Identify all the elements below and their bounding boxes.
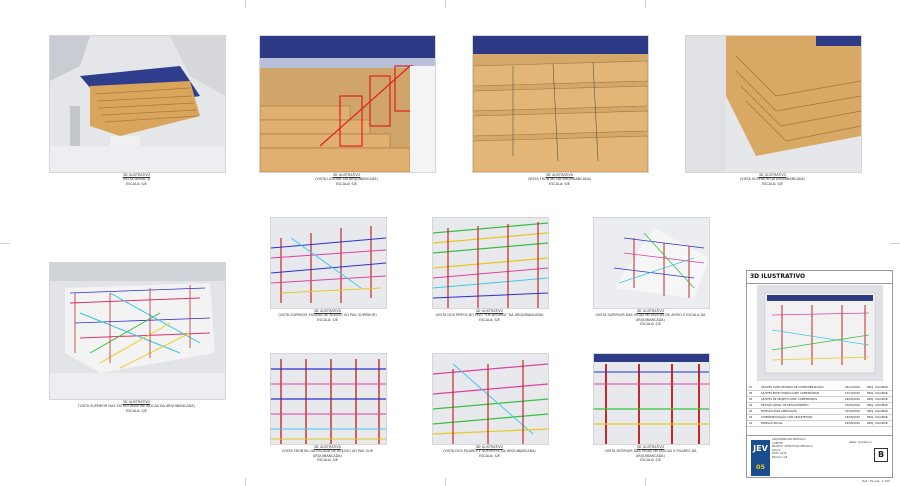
render-image (259, 35, 436, 173)
render-image (49, 262, 226, 400)
render-image (685, 35, 862, 173)
view-front: 3D ILUSTRATIVO (VISTA FRONTAL DA ARQUIBA… (472, 35, 649, 190)
title-block: 3D ILUSTRATIVO 07 AJUSTES CONF. REUNIÃO D… (746, 270, 893, 478)
revision-date: 01/09/2016 (845, 410, 860, 413)
project-fields: ARQUIBANCADA METÁLICA CLIENTE: PROJETO: ES… (772, 438, 852, 460)
view-structure-top: 3D ILUSTRATIVO (VISTA SUPERIOR DAS ESTRU… (49, 262, 226, 417)
revision-no: 02 (749, 416, 753, 419)
revision-no: 05 (749, 398, 753, 401)
revision-table: 07 AJUSTES CONF. REUNIÃO DE COMPATIBILIZA… (747, 385, 892, 427)
drawing-sheet: 3D ILUSTRATIVO (VISTA GERAL 3) ESCALA: S… (0, 0, 900, 486)
view-pillars: 3D ILUSTRATIVO (VISTA DOS PILARES E SUPO… (432, 353, 549, 468)
render-image (593, 353, 710, 445)
render-image (270, 217, 387, 309)
view-side: 3D ILUSTRATIVO (VISTA LATERAL DA ARQUIBA… (259, 35, 436, 190)
render-image (432, 217, 549, 309)
view-caption: 3D ILUSTRATIVO (VISTA FRONTAL DA ARQUIBA… (527, 173, 592, 186)
revision-date: 18/08/2016 (845, 416, 860, 419)
revision-by: PROJ. COLABOR. (867, 386, 889, 389)
view-interior: 3D ILUSTRATIVO (VISTA INTERIOR DAS VIGAS… (593, 353, 710, 468)
fold-line (445, 478, 446, 486)
revision-desc: COMPATIBILIZAÇÃO COM ARQUITETURA (761, 416, 813, 419)
render-image (432, 353, 549, 445)
architect-label: atlier (colabor.) (849, 440, 872, 444)
view-caption: 3D ILUSTRATIVO (VISTA DOS PERFIS DO PISO… (435, 309, 544, 322)
revision-row: 01 EMISSÃO INICIAL 04/08/2016 PROJ. COLABOR… (747, 421, 892, 427)
title-block-title: 3D ILUSTRATIVO (750, 273, 806, 280)
fold-line (890, 243, 900, 244)
revision-desc: AJUSTES ESTRUTURAIS CONF. COMENTÁRIOS (761, 392, 820, 395)
view-caption: 3D ILUSTRATIVO (VISTA SUPERIOR DAS ESTRU… (78, 400, 195, 413)
revision-by: PROJ. COLABOR. (867, 404, 889, 407)
view-general: 3D ILUSTRATIVO (VISTA GERAL 3) ESCALA: S… (49, 35, 226, 190)
revision-no: 03 (749, 410, 753, 413)
fold-line (245, 478, 246, 486)
title-block-info: JEV 05 ARQUIBANCADA METÁLICA CLIENTE: PROJ… (747, 435, 892, 478)
fold-line (245, 0, 246, 8)
view-caption: 3D ILUSTRATIVO (VISTA INTERIOR DAS VIGAS… (604, 445, 697, 463)
revision-date: 15/09/2016 (845, 404, 860, 407)
fold-line (645, 478, 646, 486)
revision-no: 07 (749, 386, 753, 389)
fold-line (645, 0, 646, 8)
view-stair-top: 3D ILUSTRATIVO (VISTA SUPERIOR ESCADA DE… (270, 217, 387, 327)
view-caption: 3D ILUSTRATIVO (VISTA GERAL 3) ESCALA: S… (122, 173, 151, 186)
render-image (593, 217, 710, 309)
view-caption: 3D ILUSTRATIVO (VISTA LATERAL DA ARQUIBA… (315, 173, 378, 186)
view-top: 3D ILUSTRATIVO (VISTA SUPERIOR DA ARQUIB… (685, 35, 862, 190)
render-image (49, 35, 226, 173)
revision-date: 10/10/2016 (845, 392, 860, 395)
revision-by: PROJ. COLABOR. (867, 422, 889, 425)
sheet-number: B (874, 448, 888, 462)
view-step-profiles: 3D ILUSTRATIVO (VISTA DOS PERFIS DO PISO… (432, 217, 549, 327)
revision-by: PROJ. COLABOR. (867, 410, 889, 413)
view-caption: 3D ILUSTRATIVO (VISTA SUPERIOR DA ARQUIB… (739, 173, 806, 186)
revision-desc: EMISSÃO PARA APROVAÇÃO (761, 410, 798, 413)
revision-desc: AJUSTES CONF. REUNIÃO DE COMPATIBILIZAÇÃ… (761, 386, 824, 389)
title-block-header: 3D ILUSTRATIVO (747, 271, 892, 284)
revision-by: PROJ. COLABOR. (867, 392, 889, 395)
revision-desc: REVISÃO GERAL DE DETALHAMENTO (761, 404, 809, 407)
view-support-beams: 3D ILUSTRATIVO (VISTA SUPERIOR DAS VIGAS… (593, 217, 710, 327)
project-field: ESCALA: S/E (772, 455, 788, 459)
revision-date: 29/09/2016 (845, 398, 860, 401)
revision-desc: EMISSÃO INICIAL (761, 422, 783, 425)
render-image (472, 35, 649, 173)
footnote: Ref.: Escala: 1:100 (862, 479, 890, 483)
revision-date: 04/08/2016 (845, 422, 860, 425)
view-caption: 3D ILUSTRATIVO (VISTA SUPERIOR DAS VIGAS… (595, 309, 706, 327)
revision-by: PROJ. COLABOR. (867, 416, 889, 419)
revision-no: 06 (749, 392, 753, 395)
revision-by: PROJ. COLABOR. (867, 398, 889, 401)
view-caption: 3D ILUSTRATIVO (VISTA FRONTAL DA ESCADA … (281, 445, 374, 463)
company-logo: JEV 05 (751, 440, 770, 476)
revision-desc: AJUSTES DE PROJETO CONF. COMENTÁRIOS (761, 398, 818, 401)
revision-no: 01 (749, 422, 753, 425)
revision-date: 28/11/2016 (845, 386, 860, 389)
revision-no: 04 (749, 404, 753, 407)
view-caption: 3D ILUSTRATIVO (VISTA SUPERIOR ESCADA DE… (278, 309, 377, 322)
fold-line (0, 243, 10, 244)
title-block-render (757, 285, 883, 381)
render-image (270, 353, 387, 445)
view-stair-front: 3D ILUSTRATIVO (VISTA FRONTAL DA ESCADA … (270, 353, 387, 468)
view-caption: 3D ILUSTRATIVO (VISTA DOS PILARES E SUPO… (443, 445, 536, 458)
fold-line (445, 0, 446, 8)
